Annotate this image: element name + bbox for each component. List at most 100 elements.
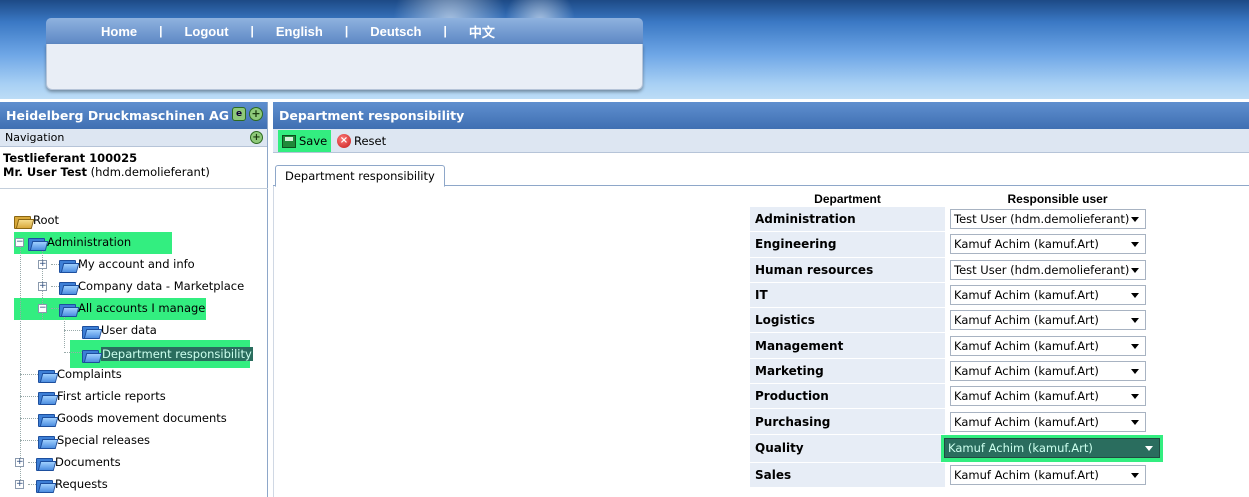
folder-icon <box>14 214 32 229</box>
responsible-user-select[interactable]: Kamuf Achim (kamuf.Art) <box>950 411 1146 432</box>
folder-icon <box>36 456 54 471</box>
responsible-user-select[interactable]: Test User (hdm.demolieferant) <box>950 259 1146 280</box>
tree-label: Department responsibility <box>101 347 253 361</box>
user-name: Mr. User Test <box>3 165 87 179</box>
top-navigation: Home | Logout | English | Deutsch | 中文 <box>46 18 643 44</box>
select-value: Kamuf Achim (kamuf.Art) <box>948 440 1093 455</box>
tree-item-goods-movement[interactable]: Goods movement documents <box>38 408 227 428</box>
tree-connector <box>28 483 36 485</box>
select-value: Kamuf Achim (kamuf.Art) <box>954 338 1099 353</box>
home-link[interactable]: Home <box>101 24 137 39</box>
collapse-toggle-icon[interactable]: − <box>38 303 47 313</box>
dropdown-arrow-icon <box>1131 419 1139 425</box>
collapse-toggle-icon[interactable]: − <box>15 237 24 247</box>
navigation-header: Navigation + <box>0 129 267 147</box>
responsible-user-select[interactable]: Kamuf Achim (kamuf.Art) <box>950 464 1146 485</box>
add-icon[interactable]: + <box>249 107 263 121</box>
tree-item-administration[interactable]: − Administration <box>15 232 131 252</box>
table-row: Human resources Test User (hdm.demoliefer… <box>750 257 1170 283</box>
divider <box>0 188 268 189</box>
dropdown-arrow-icon <box>1145 445 1153 451</box>
reset-button[interactable]: × Reset <box>337 130 386 152</box>
folder-icon <box>38 434 56 449</box>
table-row: Quality Kamuf Achim (kamuf.Art) <box>750 434 1170 463</box>
header-panel <box>46 44 643 90</box>
responsible-user-cell: Kamuf Achim (kamuf.Art) <box>945 283 1170 309</box>
nav-separator: | <box>344 24 349 38</box>
tree-connector <box>64 330 82 331</box>
table-row: Administration Test User (hdm.demoliefera… <box>750 207 1170 233</box>
reset-label: Reset <box>354 134 387 148</box>
tree-item-all-accounts[interactable]: − All accounts I manage <box>38 298 205 318</box>
table-row: IT Kamuf Achim (kamuf.Art) <box>750 282 1170 309</box>
tree-label: Complaints <box>57 367 122 381</box>
tree-item-special-releases[interactable]: Special releases <box>38 430 150 450</box>
logout-link[interactable]: Logout <box>184 24 228 39</box>
responsible-user-cell: Kamuf Achim (kamuf.Art) <box>941 434 1170 463</box>
tab-label: Department responsibility <box>285 169 435 183</box>
english-link[interactable]: English <box>276 24 323 39</box>
tree-item-user-data[interactable]: User data <box>82 320 157 340</box>
department-table: Department Responsible user Administrati… <box>750 190 1170 488</box>
responsible-user-select[interactable]: Kamuf Achim (kamuf.Art) <box>950 335 1146 356</box>
responsible-user-cell: Test User (hdm.demolieferant) <box>945 258 1170 283</box>
refresh-icon[interactable]: e <box>232 107 246 121</box>
nav-separator: | <box>159 24 163 38</box>
chinese-link[interactable]: 中文 <box>469 22 495 41</box>
expand-toggle-icon[interactable]: + <box>38 281 47 291</box>
table-row: Engineering Kamuf Achim (kamuf.Art) <box>750 232 1170 258</box>
responsible-user-cell: Kamuf Achim (kamuf.Art) <box>945 384 1170 410</box>
department-name: Logistics <box>750 308 945 334</box>
tree-label: Goods movement documents <box>57 411 227 425</box>
header-banner: Home | Logout | English | Deutsch | 中文 <box>0 0 1249 99</box>
responsible-user-select[interactable]: Kamuf Achim (kamuf.Art) <box>950 386 1146 407</box>
expand-toggle-icon[interactable]: + <box>38 259 47 269</box>
department-name: Sales <box>750 462 945 488</box>
tree-item-root[interactable]: Root <box>14 210 59 230</box>
tree-connector <box>64 352 82 353</box>
company-title-bar: Heidelberg Druckmaschinen AG e + <box>0 102 267 129</box>
tree-label: Root <box>33 213 60 227</box>
responsible-user-select[interactable]: Kamuf Achim (kamuf.Art) <box>950 285 1146 306</box>
navigation-panel: Heidelberg Druckmaschinen AG e + Navigat… <box>0 102 268 497</box>
tree-label: All accounts I manage <box>78 301 206 315</box>
tree-item-requests[interactable]: + Requests <box>15 474 108 494</box>
tree-item-first-article-reports[interactable]: First article reports <box>38 386 166 406</box>
tree-item-documents[interactable]: + Documents <box>15 452 121 472</box>
deutsch-link[interactable]: Deutsch <box>370 24 421 39</box>
responsible-user-select[interactable]: Kamuf Achim (kamuf.Art) <box>950 234 1146 255</box>
dropdown-arrow-icon <box>1131 472 1139 478</box>
table-row: Purchasing Kamuf Achim (kamuf.Art) <box>750 409 1170 435</box>
tree-label: First article reports <box>57 389 166 403</box>
folder-icon <box>82 324 100 339</box>
responsible-user-select[interactable]: Kamuf Achim (kamuf.Art) <box>950 310 1146 331</box>
responsible-user-select[interactable]: Kamuf Achim (kamuf.Art) <box>950 360 1146 381</box>
tree-label: Company data - Marketplace <box>78 279 245 293</box>
company-name: Heidelberg Druckmaschinen AG <box>6 108 230 123</box>
tab-department-responsibility[interactable]: Department responsibility <box>275 165 445 187</box>
dropdown-arrow-icon <box>1131 368 1139 374</box>
content-panel: Department responsibility Save × Reset D… <box>273 102 1249 497</box>
page-title-bar: Department responsibility <box>273 102 1249 129</box>
tree-label: My account and info <box>78 257 195 271</box>
select-value: Kamuf Achim (kamuf.Art) <box>954 237 1099 252</box>
expand-toggle-icon[interactable]: + <box>15 479 24 489</box>
expand-toggle-icon[interactable]: + <box>15 457 24 467</box>
table-row: Management Kamuf Achim (kamuf.Art) <box>750 333 1170 359</box>
tree-item-department-responsibility[interactable]: Department responsibility <box>82 344 253 364</box>
department-name: Purchasing <box>750 409 945 435</box>
folder-icon <box>38 368 56 383</box>
tree-item-company-data[interactable]: + Company data - Marketplace <box>38 276 244 296</box>
responsible-user-cell: Kamuf Achim (kamuf.Art) <box>945 333 1170 359</box>
save-button[interactable]: Save <box>278 130 332 152</box>
collapse-icon[interactable]: + <box>250 131 263 144</box>
responsible-user-select[interactable]: Test User (hdm.demolieferant) <box>950 209 1146 230</box>
tree-item-my-account[interactable]: + My account and info <box>38 254 195 274</box>
tree-label: Special releases <box>57 433 151 447</box>
table-row: Marketing Kamuf Achim (kamuf.Art) <box>750 358 1170 385</box>
responsible-user-select[interactable]: Kamuf Achim (kamuf.Art) <box>944 437 1160 458</box>
responsible-user-cell: Test User (hdm.demolieferant) <box>945 207 1170 233</box>
tree-connector <box>28 461 36 463</box>
tree-item-complaints[interactable]: Complaints <box>38 364 122 384</box>
dropdown-arrow-icon <box>1131 293 1139 299</box>
